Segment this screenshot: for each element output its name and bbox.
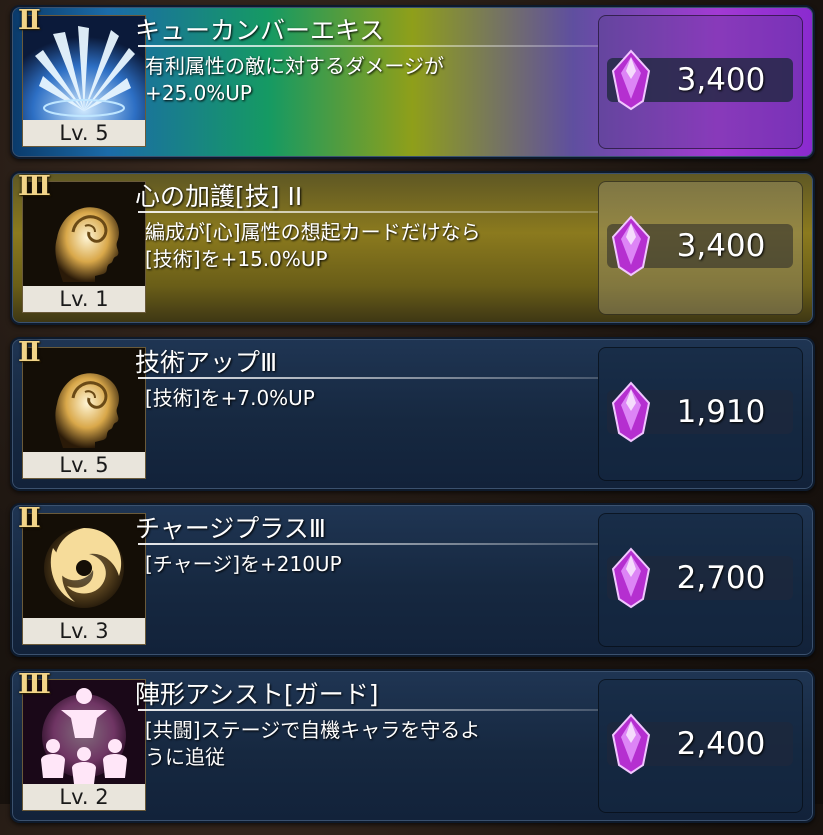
- name-divider: [138, 709, 598, 711]
- price-value: 2,400: [676, 726, 766, 762]
- skill-name: キューカンバーエキス: [135, 16, 385, 45]
- skill-description: [共闘]ステージで自機キャラを守るよ うに追従: [145, 717, 595, 771]
- name-divider: [138, 45, 598, 47]
- skill-card-cucumber-extract[interactable]: Lv. 5 Ⅱ キューカンバーエキス 有利属性の敵に対するダメージが +25.0…: [10, 5, 815, 159]
- name-divider: [138, 211, 598, 213]
- skill-description-line: 編成が[心]属性の想起カードだけなら: [145, 220, 481, 244]
- swirl-charge-icon: [23, 514, 145, 618]
- ice-burst-icon: [23, 16, 145, 120]
- gem-icon: [611, 713, 651, 775]
- skill-description-line: [技術]を+7.0%UP: [145, 386, 315, 410]
- skill-name: チャージプラスⅢ: [135, 514, 326, 543]
- skill-level: Lv. 3: [23, 618, 145, 644]
- skill-name: 陣形アシスト[ガード]: [135, 680, 379, 709]
- skill-card-formation-assist[interactable]: Lv. 2 Ⅲ 陣形アシスト[ガード] [共闘]ステージで自機キャラを守るよ う…: [10, 669, 815, 823]
- price-button[interactable]: 3,400: [598, 15, 803, 149]
- gem-icon: [611, 49, 651, 111]
- skill-rank: Ⅱ: [18, 503, 41, 534]
- price-value: 1,910: [676, 394, 766, 430]
- gem-icon: [611, 215, 651, 277]
- skill-card-charge-plus[interactable]: Lv. 3 Ⅱ チャージプラスⅢ [チャージ]を+210UP 2,700: [10, 503, 815, 657]
- skill-level: Lv. 5: [23, 452, 145, 478]
- price-button[interactable]: 3,400: [598, 181, 803, 315]
- skill-description: [技術]を+7.0%UP: [145, 385, 595, 412]
- skill-description-line: [技術]を+15.0%UP: [145, 247, 328, 271]
- name-divider: [138, 377, 598, 379]
- price-value: 3,400: [676, 228, 766, 264]
- skill-level: Lv. 5: [23, 120, 145, 146]
- price-button[interactable]: 1,910: [598, 347, 803, 481]
- skill-description-line: 有利属性の敵に対するダメージが: [145, 54, 444, 78]
- skill-rank: Ⅲ: [18, 669, 51, 700]
- skill-description: 編成が[心]属性の想起カードだけなら [技術]を+15.0%UP: [145, 219, 595, 273]
- skill-description-line: [共闘]ステージで自機キャラを守るよ: [145, 718, 481, 742]
- price-value: 3,400: [676, 62, 766, 98]
- head-mind-icon: [23, 348, 145, 452]
- skill-name: 技術アップⅢ: [135, 348, 278, 377]
- price-value: 2,700: [676, 560, 766, 596]
- gem-icon: [611, 547, 651, 609]
- skill-name: 心の加護[技] II: [135, 182, 303, 211]
- skill-level: Lv. 1: [23, 286, 145, 312]
- skill-card-technique-up[interactable]: Lv. 5 Ⅱ 技術アップⅢ [技術]を+7.0%UP 1,910: [10, 337, 815, 491]
- skill-list: Lv. 5 Ⅱ キューカンバーエキス 有利属性の敵に対するダメージが +25.0…: [10, 5, 815, 835]
- skill-rank: Ⅱ: [18, 5, 41, 36]
- skill-description: 有利属性の敵に対するダメージが +25.0%UP: [145, 53, 595, 107]
- skill-rank: Ⅲ: [18, 171, 51, 202]
- skill-rank: Ⅱ: [18, 337, 41, 368]
- skill-description-line: [チャージ]を+210UP: [145, 552, 342, 576]
- skill-description-line: うに追従: [145, 745, 225, 769]
- gem-icon: [611, 381, 651, 443]
- price-button[interactable]: 2,700: [598, 513, 803, 647]
- skill-card-heart-protection[interactable]: Lv. 1 Ⅲ 心の加護[技] II 編成が[心]属性の想起カードだけなら [技…: [10, 171, 815, 325]
- price-button[interactable]: 2,400: [598, 679, 803, 813]
- skill-level: Lv. 2: [23, 784, 145, 810]
- skill-description: [チャージ]を+210UP: [145, 551, 595, 578]
- name-divider: [138, 543, 598, 545]
- skill-description-line: +25.0%UP: [145, 81, 252, 105]
